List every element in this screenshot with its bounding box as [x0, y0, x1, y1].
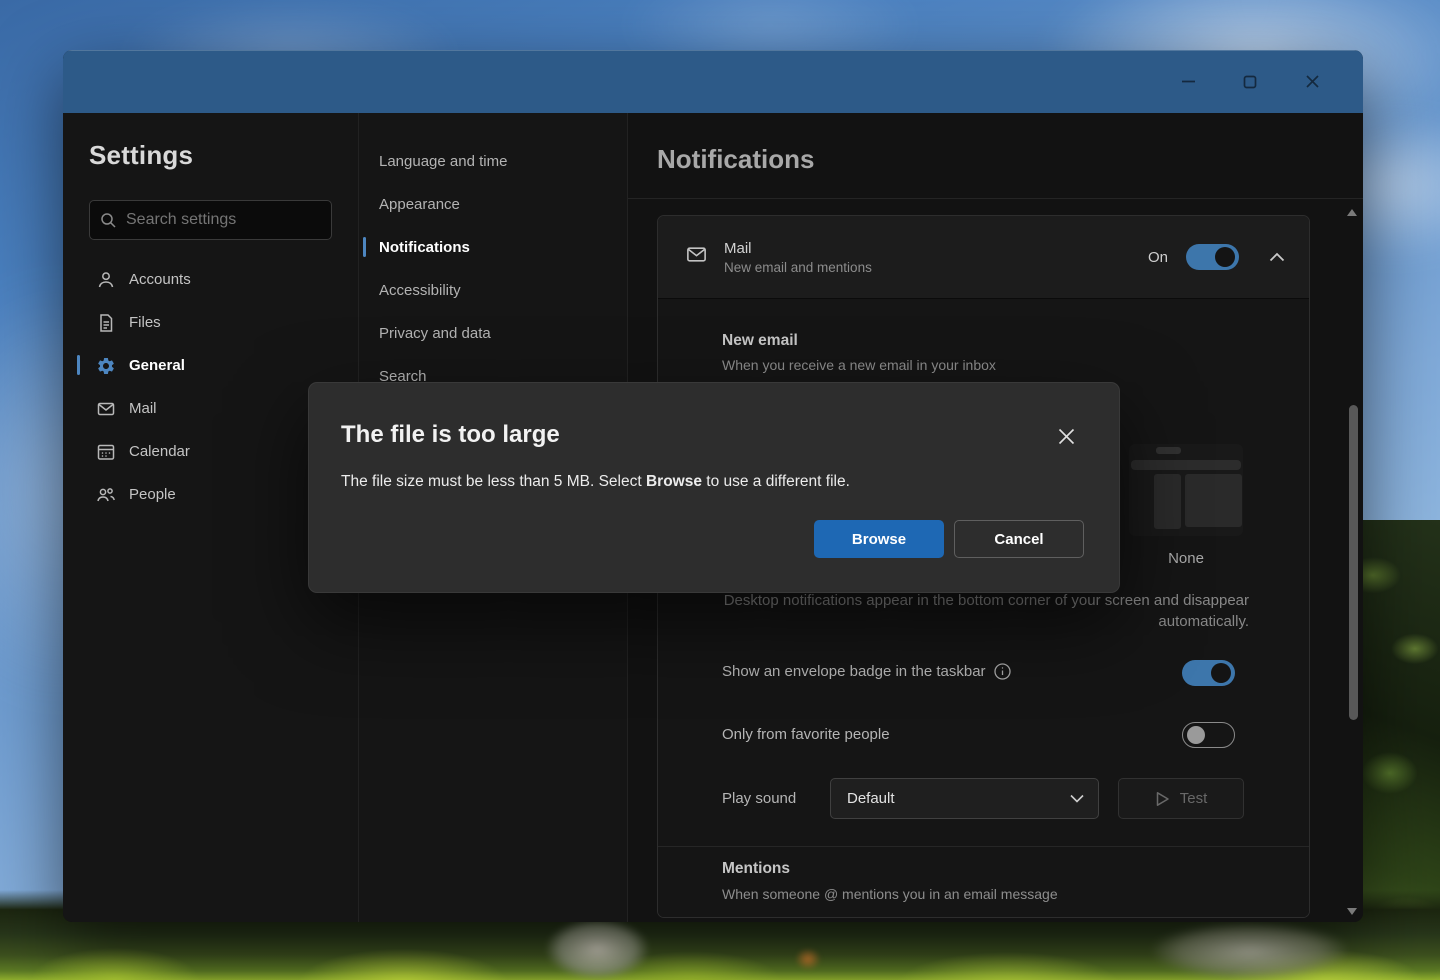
minimize-button[interactable] [1157, 65, 1219, 99]
section-divider [658, 846, 1309, 847]
chevron-up-icon [1269, 252, 1285, 262]
search-box[interactable] [89, 200, 332, 240]
thumbnail-pill [1156, 447, 1181, 454]
desktop: Settings Accounts Files [0, 0, 1440, 980]
thumbnail-bar [1131, 460, 1241, 470]
people-icon [96, 485, 116, 505]
mail-notifications-toggle[interactable] [1186, 244, 1239, 270]
envelope-icon [685, 243, 708, 266]
toggle-knob [1215, 247, 1235, 267]
selected-accent-bar [363, 237, 366, 257]
mentions-subtitle: When someone @ mentions you in an email … [722, 886, 1058, 902]
dialog-message-prefix: The file size must be less than 5 MB. Se… [341, 473, 646, 490]
sidebar-item-label: People [129, 486, 176, 503]
wallpaper-rocks [1150, 922, 1350, 980]
play-sound-label: Play sound [722, 790, 796, 807]
dialog-close-button[interactable] [1057, 427, 1076, 446]
toggle-state-label: On [1148, 249, 1168, 266]
dialog-message: The file size must be less than 5 MB. Se… [341, 473, 850, 491]
header-divider [628, 198, 1363, 199]
mentions-title: Mentions [722, 860, 790, 878]
envelope-badge-toggle[interactable] [1182, 660, 1235, 686]
mail-card-controls: On [1148, 244, 1309, 270]
toggle-knob [1211, 663, 1231, 683]
dialog-buttons: Browse Cancel [814, 520, 1084, 558]
gear-icon [96, 356, 116, 376]
subnav-item-label: Notifications [379, 239, 470, 256]
dialog-title: The file is too large [341, 421, 560, 449]
subnav-item-label: Appearance [379, 196, 460, 213]
close-icon [1057, 427, 1076, 446]
page-title: Notifications [657, 144, 814, 175]
toggle-knob [1187, 726, 1205, 744]
sound-dropdown[interactable]: Default [830, 778, 1099, 819]
new-email-subtitle: When you receive a new email in your inb… [722, 357, 996, 373]
thumbnail-panel [1154, 474, 1181, 529]
file-too-large-dialog: The file is too large The file size must… [308, 382, 1120, 593]
chevron-down-icon [1070, 794, 1084, 803]
sidebar-item-files[interactable]: Files [63, 301, 358, 344]
sidebar-item-label: Accounts [129, 271, 191, 288]
selected-accent-bar [77, 355, 80, 375]
maximize-icon [1243, 75, 1257, 89]
dialog-message-bold: Browse [646, 473, 702, 490]
new-email-title: New email [722, 332, 798, 350]
mail-card-texts: Mail New email and mentions [724, 240, 872, 275]
sidebar-item-label: Mail [129, 400, 157, 417]
titlebar[interactable] [63, 50, 1363, 113]
envelope-icon [96, 399, 116, 419]
info-icon[interactable] [994, 663, 1011, 680]
favorites-toggle[interactable] [1182, 722, 1235, 748]
search-input[interactable] [126, 211, 333, 229]
subnav-item-privacy-and-data[interactable]: Privacy and data [359, 312, 627, 355]
sidebar-item-general[interactable]: General [63, 344, 358, 387]
sidebar-item-label: Files [129, 314, 161, 331]
settings-title: Settings [89, 140, 358, 171]
file-icon [96, 313, 116, 333]
subnav-item-language-and-time[interactable]: Language and time [359, 140, 627, 183]
scrollbar-thumb[interactable] [1349, 405, 1358, 720]
notification-style-none-label: None [1129, 550, 1243, 567]
mail-card-header[interactable]: Mail New email and mentions On [658, 216, 1309, 299]
dialog-message-suffix: to use a different file. [702, 473, 850, 490]
search-icon [100, 212, 117, 229]
envelope-badge-label: Show an envelope badge in the taskbar [722, 663, 1011, 680]
subnav-item-notifications[interactable]: Notifications [359, 226, 627, 269]
subnav-item-appearance[interactable]: Appearance [359, 183, 627, 226]
wallpaper-detail [795, 948, 821, 970]
collapse-button[interactable] [1269, 252, 1285, 262]
close-button[interactable] [1281, 65, 1343, 99]
cancel-button[interactable]: Cancel [954, 520, 1084, 558]
maximize-button[interactable] [1219, 65, 1281, 99]
close-icon [1305, 74, 1320, 89]
scroll-down-arrow-icon[interactable] [1347, 908, 1357, 915]
person-icon [96, 270, 116, 290]
subnav-item-accessibility[interactable]: Accessibility [359, 269, 627, 312]
minimize-icon [1181, 74, 1196, 89]
play-icon [1155, 791, 1170, 807]
notification-style-none-thumbnail[interactable] [1129, 444, 1243, 536]
test-button-label: Test [1180, 790, 1208, 807]
mail-card-subtitle: New email and mentions [724, 260, 872, 275]
desktop-notifications-note: Desktop notifications appear in the bott… [722, 590, 1249, 632]
scroll-up-arrow-icon[interactable] [1347, 209, 1357, 216]
sidebar-item-label: Calendar [129, 443, 190, 460]
subnav-item-label: Privacy and data [379, 325, 491, 342]
wallpaper-figure [545, 918, 650, 980]
test-sound-button[interactable]: Test [1118, 778, 1244, 819]
mail-card-title: Mail [724, 240, 872, 257]
browse-button[interactable]: Browse [814, 520, 944, 558]
calendar-icon [96, 442, 116, 462]
sidebar-item-label: General [129, 357, 185, 374]
subnav-item-label: Accessibility [379, 282, 461, 299]
thumbnail-panel [1185, 474, 1242, 527]
sidebar-item-accounts[interactable]: Accounts [63, 258, 358, 301]
envelope-badge-text: Show an envelope badge in the taskbar [722, 663, 986, 680]
subnav-item-label: Language and time [379, 153, 507, 170]
sound-dropdown-value: Default [847, 790, 895, 807]
favorites-label: Only from favorite people [722, 726, 890, 743]
